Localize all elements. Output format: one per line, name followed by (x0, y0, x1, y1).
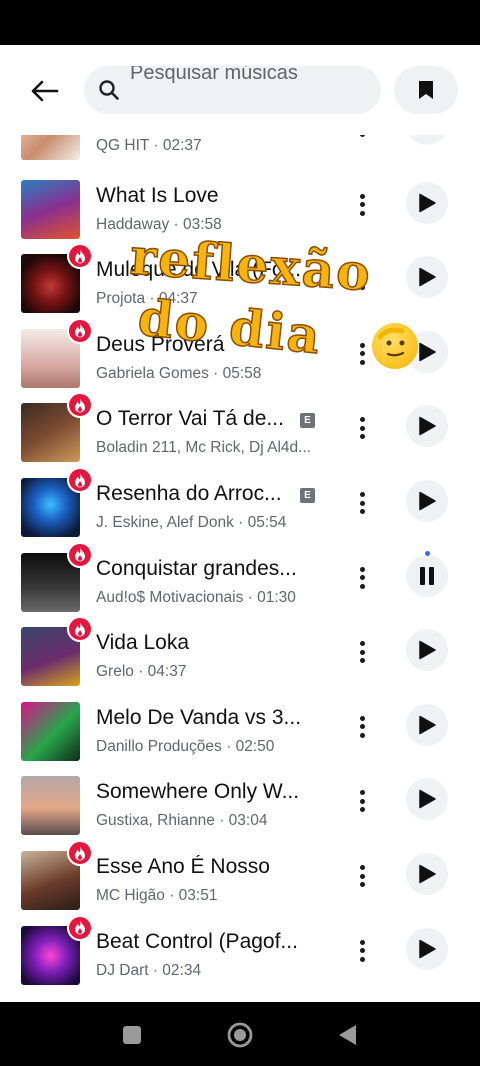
circle-home-icon (227, 1022, 253, 1048)
track-row[interactable]: Muleque de Vila (Fo... Projota · 04:37 (0, 243, 480, 328)
track-title: Melo De Vanda vs 3... (96, 705, 302, 729)
track-row[interactable]: What Is Love Haddaway · 03:58 (0, 179, 480, 254)
hot-flame-icon (67, 616, 93, 643)
recents-button[interactable] (122, 1025, 142, 1045)
bookmark-button[interactable] (394, 66, 458, 114)
hot-flame-icon (67, 243, 93, 270)
track-row[interactable]: Resenha do Arroc... E J. Eskine, Alef Donk… (0, 467, 480, 552)
more-options-icon[interactable] (350, 413, 374, 443)
pause-button[interactable] (406, 550, 448, 597)
more-options-icon[interactable] (350, 488, 374, 518)
track-title: Beat Control (Pagof... (96, 929, 298, 953)
album-cover (21, 179, 80, 239)
hot-flame-icon (67, 467, 93, 493)
track-row[interactable]: O Terror Vai Tá de... E Boladin 211, Mc Ri… (0, 392, 480, 477)
more-options-icon[interactable] (350, 339, 374, 369)
play-button[interactable] (406, 927, 448, 970)
play-icon (419, 417, 436, 436)
more-options-icon[interactable] (350, 861, 374, 891)
play-icon (419, 267, 436, 287)
track-subtitle: DJ Dart · 02:34 (96, 961, 202, 979)
track-row[interactable]: Melo De Vanda vs 3... Danillo Produções ·… (0, 701, 480, 776)
more-options-icon[interactable] (350, 563, 374, 593)
hot-flame-icon (67, 541, 93, 568)
hot-flame-icon (67, 840, 93, 866)
track-row[interactable]: Beat Control (Pagof... DJ Dart · 02:34 (0, 914, 480, 1000)
pause-icon (420, 566, 434, 585)
more-options-icon[interactable] (350, 264, 374, 294)
play-button[interactable] (406, 853, 448, 895)
track-row[interactable]: Vida Loka Grelo · 04:37 (0, 616, 480, 701)
explicit-badge: E (300, 413, 315, 429)
play-icon (419, 864, 436, 884)
track-subtitle: QG HIT · 02:37 (96, 137, 202, 154)
track-subtitle: Aud!o$ Motivacionais · 01:30 (96, 588, 296, 606)
play-button[interactable] (406, 405, 448, 448)
play-button[interactable] (406, 256, 448, 299)
hot-flame-icon (67, 392, 93, 419)
play-icon (419, 193, 436, 212)
track-title: Resenha do Arroc... (96, 482, 282, 505)
play-button[interactable] (406, 629, 448, 672)
hot-flame-icon (67, 317, 93, 344)
more-options-icon[interactable] (350, 637, 374, 667)
back-nav-button[interactable] (338, 1024, 358, 1046)
track-subtitle: Danillo Produções · 02:50 (96, 737, 275, 755)
play-icon (419, 640, 436, 660)
track-subtitle: Gabriela Gomes · 05:58 (96, 364, 262, 382)
track-row[interactable]: Conquistar grandes... Aud!o$ Motivacionai… (0, 541, 480, 627)
track-subtitle: Gustixa, Rhianne · 03:04 (96, 812, 268, 830)
track-title: What Is Love (96, 183, 219, 207)
more-options-icon[interactable] (350, 786, 374, 816)
play-icon (419, 790, 436, 809)
more-options-icon[interactable] (350, 936, 374, 966)
album-cover (21, 701, 80, 761)
track-row[interactable]: Deus Proverá Gabriela Gomes · 05:58 (0, 317, 480, 403)
explicit-badge: E (300, 488, 315, 503)
track-title: Deus Proverá (96, 332, 225, 356)
play-icon (419, 491, 436, 511)
track-subtitle: Grelo · 04:37 (96, 663, 187, 681)
play-button[interactable] (406, 703, 448, 746)
track-title: Somewhere Only W... (96, 780, 300, 804)
album-cover (21, 776, 80, 836)
hot-flame-icon (67, 914, 93, 941)
header (0, 45, 480, 135)
track-title: O Terror Vai Tá de... (96, 407, 284, 431)
track-title: Esse Ano É Nosso (96, 855, 270, 878)
play-button[interactable] (406, 480, 448, 522)
search-bar[interactable] (84, 66, 381, 114)
play-icon (419, 715, 436, 735)
bookmark-icon (419, 81, 433, 99)
track-subtitle: Projota · 04:37 (96, 290, 198, 308)
play-button[interactable] (406, 330, 448, 373)
square-icon (123, 1026, 141, 1044)
track-title: Vida Loka (96, 631, 190, 655)
play-button[interactable] (406, 181, 448, 224)
track-title: Conquistar grandes... (96, 556, 297, 580)
back-button[interactable] (24, 71, 64, 111)
track-row[interactable]: Somewhere Only W... Gustixa, Rhianne · 03… (0, 776, 480, 850)
track-subtitle: J. Eskine, Alef Donk · 05:54 (96, 514, 287, 531)
play-icon (419, 342, 436, 362)
app-screen: Doutora 3 (speed up)QG HIT · 02:37What I… (0, 45, 480, 1002)
track-title: Muleque de Vila (Fo... (96, 258, 302, 282)
play-button[interactable] (406, 778, 448, 821)
track-subtitle: MC Higão · 03:51 (96, 887, 218, 904)
system-navigation-bar (0, 1002, 480, 1066)
track-subtitle: Haddaway · 03:58 (96, 215, 222, 233)
arrow-left-icon (31, 80, 59, 102)
more-options-icon[interactable] (350, 712, 374, 742)
home-button[interactable] (227, 1022, 253, 1048)
triangle-back-icon (339, 1025, 356, 1045)
track-row[interactable]: Esse Ano É Nosso MC Higão · 03:51 (0, 840, 480, 925)
search-input[interactable] (130, 66, 370, 88)
more-options-icon[interactable] (350, 190, 374, 220)
play-icon (419, 939, 436, 958)
search-icon (99, 80, 119, 100)
track-subtitle: Boladin 211, Mc Rick, Dj Al4d... (96, 439, 312, 457)
